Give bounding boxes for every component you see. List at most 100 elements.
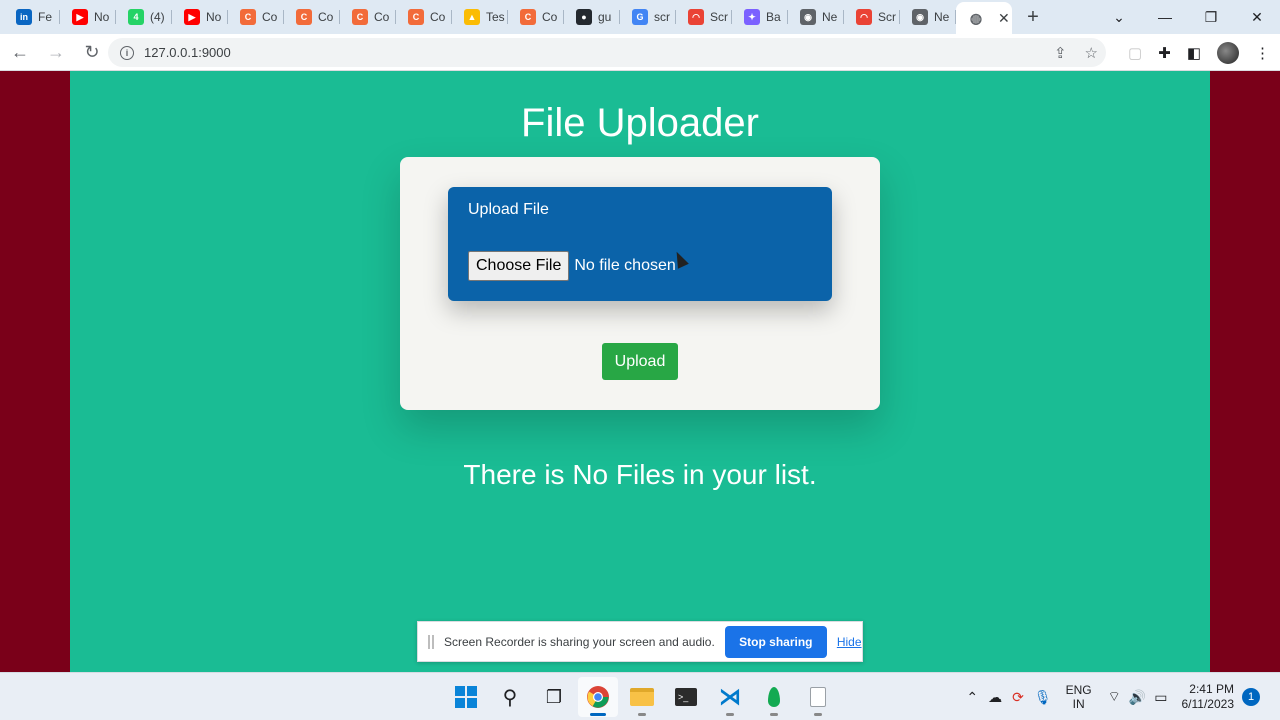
browser-toolbar: ← → ↻ i 127.0.0.1:9000 ⇪ ☆ ▢ ✚ ◧ ⋮ xyxy=(0,34,1280,71)
tab-label: Scr xyxy=(878,10,896,24)
task-view-button[interactable]: ❐ xyxy=(534,677,574,717)
tab-2[interactable]: 4 (4) xyxy=(116,0,172,34)
tab-4[interactable]: C Co xyxy=(228,0,284,34)
terminal-icon: >_ xyxy=(675,688,697,706)
share-icon[interactable]: ⇪ xyxy=(1054,44,1067,62)
google-icon: G xyxy=(632,9,648,25)
tab-16[interactable]: ◉ Ne xyxy=(900,0,956,34)
extensions-puzzle-icon[interactable]: ✚ xyxy=(1158,44,1171,62)
codepen-icon: C xyxy=(352,9,368,25)
onedrive-cloud-icon[interactable]: ☁ xyxy=(988,689,1002,706)
region-code: IN xyxy=(1072,697,1085,711)
back-icon[interactable]: ← xyxy=(4,36,36,68)
tab-7[interactable]: C Co xyxy=(396,0,452,34)
chevron-up-icon[interactable]: ⌃ xyxy=(966,689,978,706)
tab-8[interactable]: ▲ Tes xyxy=(452,0,508,34)
volume-icon[interactable]: 🔊 xyxy=(1129,689,1146,706)
file-input[interactable]: Choose File No file chosen xyxy=(468,251,676,281)
sync-icon[interactable]: ⟳ xyxy=(1012,689,1024,706)
taskbar-mongodb[interactable] xyxy=(754,677,794,717)
forward-icon[interactable]: → xyxy=(40,36,72,68)
tab-label: gu xyxy=(598,10,612,24)
taskbar-terminal[interactable]: >_ xyxy=(666,677,706,717)
url-text[interactable]: 127.0.0.1:9000 xyxy=(144,45,231,60)
close-window-button[interactable]: ✕ xyxy=(1234,0,1280,34)
taskbar-notepad[interactable] xyxy=(798,677,838,717)
upload-file-label: Upload File xyxy=(468,201,549,218)
codepen-icon: C xyxy=(296,9,312,25)
google-drive-icon: ▲ xyxy=(464,9,480,25)
taskbar-vscode[interactable]: ⋊ xyxy=(710,677,750,717)
tab-label: (4) xyxy=(150,10,165,24)
microphone-icon[interactable]: 🎙 xyxy=(1034,689,1052,706)
stop-sharing-button[interactable]: Stop sharing xyxy=(724,625,827,658)
wifi-icon[interactable]: ⌔ xyxy=(1108,688,1121,706)
file-status-text: No file chosen xyxy=(574,257,676,274)
tab-10[interactable]: ● gu xyxy=(564,0,620,34)
tab-active[interactable]: ◍ ✕ xyxy=(956,2,1012,34)
start-button[interactable] xyxy=(446,677,486,717)
tab-label: Co xyxy=(262,10,278,24)
codepen-icon: C xyxy=(240,9,256,25)
address-bar[interactable]: i 127.0.0.1:9000 ⇪ ☆ xyxy=(108,38,1106,67)
tab-label: Ne xyxy=(934,10,950,24)
battery-icon[interactable]: ▭ xyxy=(1154,689,1167,706)
tab-label: Fe xyxy=(38,10,53,24)
language-indicator[interactable]: ENG IN xyxy=(1066,683,1092,711)
new-tab-button[interactable]: + xyxy=(1018,2,1048,32)
tab-1[interactable]: ▶ No xyxy=(60,0,116,34)
tab-0[interactable]: in Fe xyxy=(4,0,60,34)
tab-strip: in Fe ▶ No 4 (4) ▶ No C Co C Co C Co C Co ▲ Tes C Co ● gu Gscr… xyxy=(0,0,1280,34)
task-view-icon: ❐ xyxy=(545,686,563,707)
search-button[interactable]: ⚲ xyxy=(490,677,530,717)
tab-15[interactable]: ◠ Scr xyxy=(844,0,900,34)
avatar[interactable] xyxy=(1217,41,1239,64)
tab-label: Scr xyxy=(710,10,728,24)
tab-label: Co xyxy=(542,10,558,24)
menu-kebab-icon[interactable]: ⋮ xyxy=(1255,44,1270,62)
reload-icon[interactable]: ↻ xyxy=(76,36,108,68)
tab-12[interactable]: ◠ Scr xyxy=(676,0,732,34)
tab-11[interactable]: Gscr xyxy=(620,0,676,34)
tab-label: Tes xyxy=(486,10,505,24)
upload-card: Upload File Choose File No file chosen U… xyxy=(400,157,880,410)
window-controls: ⌄ — ❐ ✕ xyxy=(1096,0,1280,34)
extension-box-icon[interactable]: ▢ xyxy=(1128,44,1142,62)
bookmark-star-icon[interactable]: ☆ xyxy=(1085,44,1098,62)
tab-9[interactable]: C Co xyxy=(508,0,564,34)
drag-handle-icon[interactable] xyxy=(428,634,434,649)
tab-14[interactable]: ◉ Ne xyxy=(788,0,844,34)
running-indicator xyxy=(638,713,646,716)
share-status-text: Screen Recorder is sharing your screen a… xyxy=(444,634,715,649)
empty-list-message: There is No Files in your list. xyxy=(463,459,817,490)
hide-link[interactable]: Hide xyxy=(837,635,862,649)
youtube-icon: ▶ xyxy=(184,9,200,25)
tab-5[interactable]: C Co xyxy=(284,0,340,34)
tab-13[interactable]: ✦ Ba xyxy=(732,0,788,34)
clock[interactable]: 2:41 PM 6/11/2023 xyxy=(1182,682,1235,712)
chrome-icon xyxy=(587,686,609,708)
rainbow-icon: ◠ xyxy=(688,9,704,25)
tab-search-icon[interactable]: ⌄ xyxy=(1096,0,1142,34)
side-panel-icon[interactable]: ◧ xyxy=(1187,44,1201,62)
vscode-icon: ⋊ xyxy=(719,684,741,709)
page-content: File Uploader Upload File Choose File No… xyxy=(70,71,1210,672)
taskbar-file-explorer[interactable] xyxy=(622,677,662,717)
tab-3[interactable]: ▶ No xyxy=(172,0,228,34)
taskbar-chrome[interactable] xyxy=(578,677,618,717)
site-info-icon[interactable]: i xyxy=(120,45,134,60)
upload-panel: Upload File Choose File No file chosen xyxy=(448,187,832,301)
upload-button[interactable]: Upload xyxy=(602,343,678,380)
tab-label: Ba xyxy=(766,10,781,24)
system-tray: ⌃ ☁ ⟳ 🎙 ENG IN ⌔ 🔊 ▭ 2:41 PM 6/11/2023 1 xyxy=(966,673,1280,720)
mongodb-leaf-icon xyxy=(768,687,780,707)
close-tab-icon[interactable]: ✕ xyxy=(998,10,1010,27)
minimize-button[interactable]: — xyxy=(1142,0,1188,34)
restore-button[interactable]: ❐ xyxy=(1188,0,1234,34)
choose-file-button[interactable]: Choose File xyxy=(468,251,570,281)
tab-6[interactable]: C Co xyxy=(340,0,396,34)
notification-badge[interactable]: 1 xyxy=(1242,688,1260,706)
chrome-icon: ◉ xyxy=(800,9,816,25)
running-indicator xyxy=(726,713,734,716)
tab-list: in Fe ▶ No 4 (4) ▶ No C Co C Co C Co C Co ▲ Tes C Co ● gu Gscr… xyxy=(0,0,956,34)
